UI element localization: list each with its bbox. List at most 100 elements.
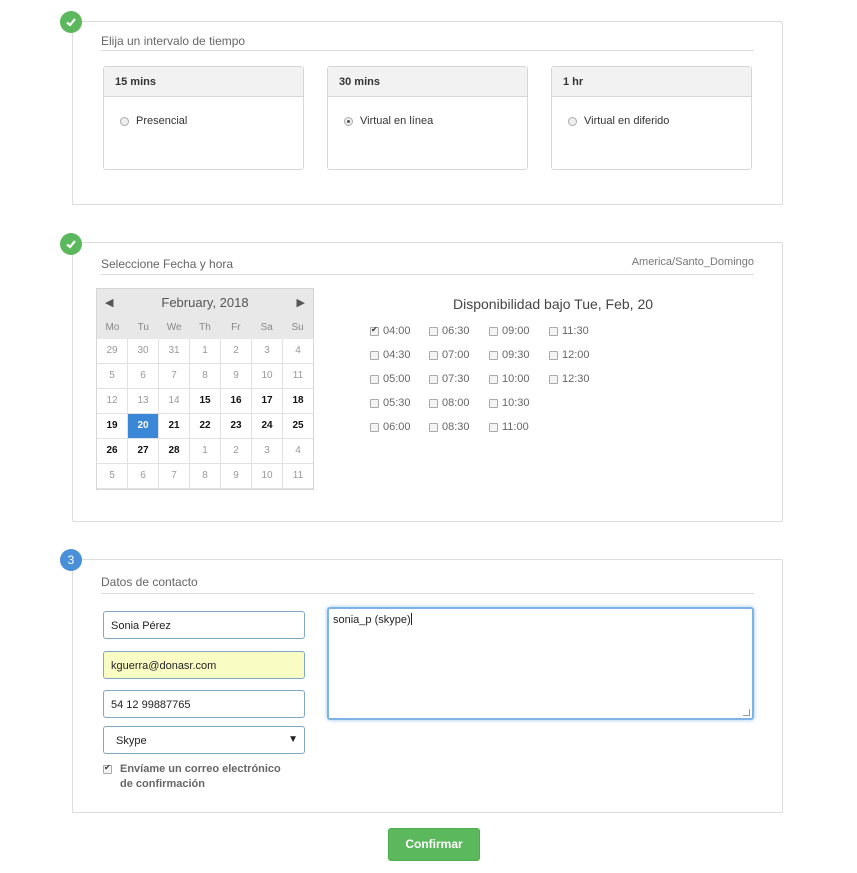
calendar-day[interactable]: 24 — [252, 414, 283, 439]
calendar-week: 26 27 28 1 2 3 4 — [97, 439, 313, 464]
divider — [101, 50, 754, 51]
time-slot-checkbox-checked[interactable] — [370, 325, 379, 336]
calendar-day[interactable]: 27 — [128, 439, 159, 464]
email-field[interactable]: kguerra@donasr.com — [103, 651, 305, 679]
calendar-day: 7 — [159, 364, 190, 389]
time-slot[interactable]: 07:30 — [429, 373, 470, 385]
time-slot-checkbox[interactable] — [549, 374, 558, 384]
calendar-day: 3 — [252, 339, 283, 364]
name-field[interactable]: Sonia Pérez — [103, 611, 305, 639]
time-slot-label: 05:00 — [383, 373, 411, 385]
calendar-day[interactable]: 16 — [221, 389, 252, 414]
calendar-week: 29 30 31 1 2 3 4 — [97, 339, 313, 364]
contact-section-title: Datos de contacto — [101, 575, 198, 589]
time-slot-checkbox[interactable] — [429, 350, 438, 360]
time-slot-checkbox[interactable] — [489, 350, 498, 360]
time-slot-checkbox[interactable] — [370, 350, 379, 360]
calendar-day-selected[interactable]: 20 — [128, 414, 159, 439]
notes-textarea[interactable]: sonia_p (skype) — [327, 607, 754, 720]
time-slot-checkbox[interactable] — [549, 350, 558, 360]
time-slot-checkbox[interactable] — [429, 374, 438, 384]
time-slot-label: 04:30 — [383, 349, 411, 361]
time-slot[interactable]: 07:00 — [429, 349, 470, 361]
calendar-day[interactable]: 15 — [190, 389, 221, 414]
option-label: Virtual en línea — [360, 115, 434, 127]
weekday-label: Fr — [231, 322, 241, 333]
time-slot-checkbox[interactable] — [549, 326, 558, 336]
time-slot[interactable]: 10:00 — [489, 373, 530, 385]
time-slot[interactable]: 11:00 — [489, 421, 529, 433]
calendar-day[interactable]: 17 — [252, 389, 283, 414]
time-slot-checkbox[interactable] — [489, 326, 498, 336]
time-slot[interactable]: 12:00 — [549, 349, 590, 361]
time-slot[interactable]: 05:30 — [370, 397, 411, 409]
calendar-day[interactable]: 18 — [283, 389, 313, 414]
calendar-week: 5 6 7 8 9 10 11 — [97, 464, 313, 489]
calendar-day[interactable]: 26 — [97, 439, 128, 464]
calendar-day[interactable]: 23 — [221, 414, 252, 439]
time-slot-label: 06:30 — [442, 325, 470, 337]
calendar-week: 5 6 7 8 9 10 11 — [97, 364, 313, 389]
radio-checked-icon[interactable] — [344, 116, 353, 126]
calendar-day: 8 — [190, 464, 221, 489]
interval-card-30[interactable]: 30 mins Virtual en línea — [327, 66, 528, 170]
interval-card-15[interactable]: 15 mins Presencial — [103, 66, 304, 170]
time-slot-checkbox[interactable] — [489, 398, 498, 408]
confirm-button[interactable]: Confirmar — [388, 828, 480, 861]
time-slot-checkbox[interactable] — [429, 398, 438, 408]
time-slot-checkbox[interactable] — [489, 374, 498, 384]
time-slot[interactable]: 08:30 — [429, 421, 470, 433]
time-slot-label: 07:30 — [442, 373, 470, 385]
time-slot-checkbox[interactable] — [370, 398, 379, 408]
time-slot[interactable]: 09:00 — [489, 325, 530, 337]
time-slot[interactable]: 06:00 — [370, 421, 411, 433]
time-slot[interactable]: 09:30 — [489, 349, 530, 361]
interval-card-header: 15 mins — [104, 67, 303, 97]
calendar-day[interactable]: 22 — [190, 414, 221, 439]
time-slot[interactable]: 08:00 — [429, 397, 470, 409]
interval-section: Elija un intervalo de tiempo 15 mins Pre… — [72, 21, 783, 205]
calendar-day[interactable]: 28 — [159, 439, 190, 464]
time-slot-label: 08:00 — [442, 397, 470, 409]
contact-method-select[interactable]: Skype ▼ — [103, 726, 305, 754]
resize-handle-icon[interactable] — [743, 709, 750, 716]
radio-icon[interactable] — [120, 116, 129, 126]
calendar-day: 10 — [252, 364, 283, 389]
time-slot-checkbox[interactable] — [429, 422, 438, 432]
weekday-label: Sa — [260, 322, 273, 333]
calendar-day[interactable]: 21 — [159, 414, 190, 439]
time-slot[interactable]: 11:30 — [549, 325, 589, 337]
next-month-icon[interactable]: ▶ — [297, 296, 305, 309]
time-slot-checkbox[interactable] — [489, 422, 498, 432]
confirmation-checkbox[interactable] — [103, 763, 112, 774]
datetime-section: Seleccione Fecha y hora America/Santo_Do… — [72, 242, 783, 522]
radio-icon[interactable] — [568, 116, 577, 126]
time-slot-label: 06:00 — [383, 421, 411, 433]
phone-field[interactable]: 54 12 99887765 — [103, 690, 305, 718]
option-label: Virtual en diferido — [584, 115, 670, 127]
time-slot-checkbox[interactable] — [370, 422, 379, 432]
time-slot[interactable]: 10:30 — [489, 397, 530, 409]
option-presencial[interactable]: Presencial — [120, 115, 187, 127]
calendar-day: 13 — [128, 389, 159, 414]
weekday-label: Th — [199, 322, 211, 333]
calendar-day[interactable]: 19 — [97, 414, 128, 439]
option-virtual-en-diferido[interactable]: Virtual en diferido — [568, 115, 669, 127]
calendar-grid: 29 30 31 1 2 3 4 5 6 7 8 9 10 11 12 13 14 15 16 17 18 19 20 21 2… — [97, 339, 313, 489]
step-2-complete-icon — [60, 233, 82, 255]
confirmation-label: Envíame un correo electrónico de confirm… — [120, 763, 281, 790]
time-slot-checkbox[interactable] — [370, 374, 379, 384]
time-slot-label: 07:00 — [442, 349, 470, 361]
calendar-day: 30 — [128, 339, 159, 364]
time-slot[interactable]: 05:00 — [370, 373, 411, 385]
confirmation-email-option[interactable]: Envíame un correo electrónico de confirm… — [103, 762, 293, 792]
time-slot[interactable]: 06:30 — [429, 325, 470, 337]
option-virtual-en-linea[interactable]: Virtual en línea — [344, 115, 433, 127]
time-slot-checkbox[interactable] — [429, 326, 438, 336]
time-slot[interactable]: 04:30 — [370, 349, 411, 361]
time-slot[interactable]: 12:30 — [549, 373, 590, 385]
time-slot[interactable]: 04:00 — [370, 325, 411, 337]
calendar-day: 3 — [252, 439, 283, 464]
calendar-day[interactable]: 25 — [283, 414, 313, 439]
interval-card-1hr[interactable]: 1 hr Virtual en diferido — [551, 66, 752, 170]
